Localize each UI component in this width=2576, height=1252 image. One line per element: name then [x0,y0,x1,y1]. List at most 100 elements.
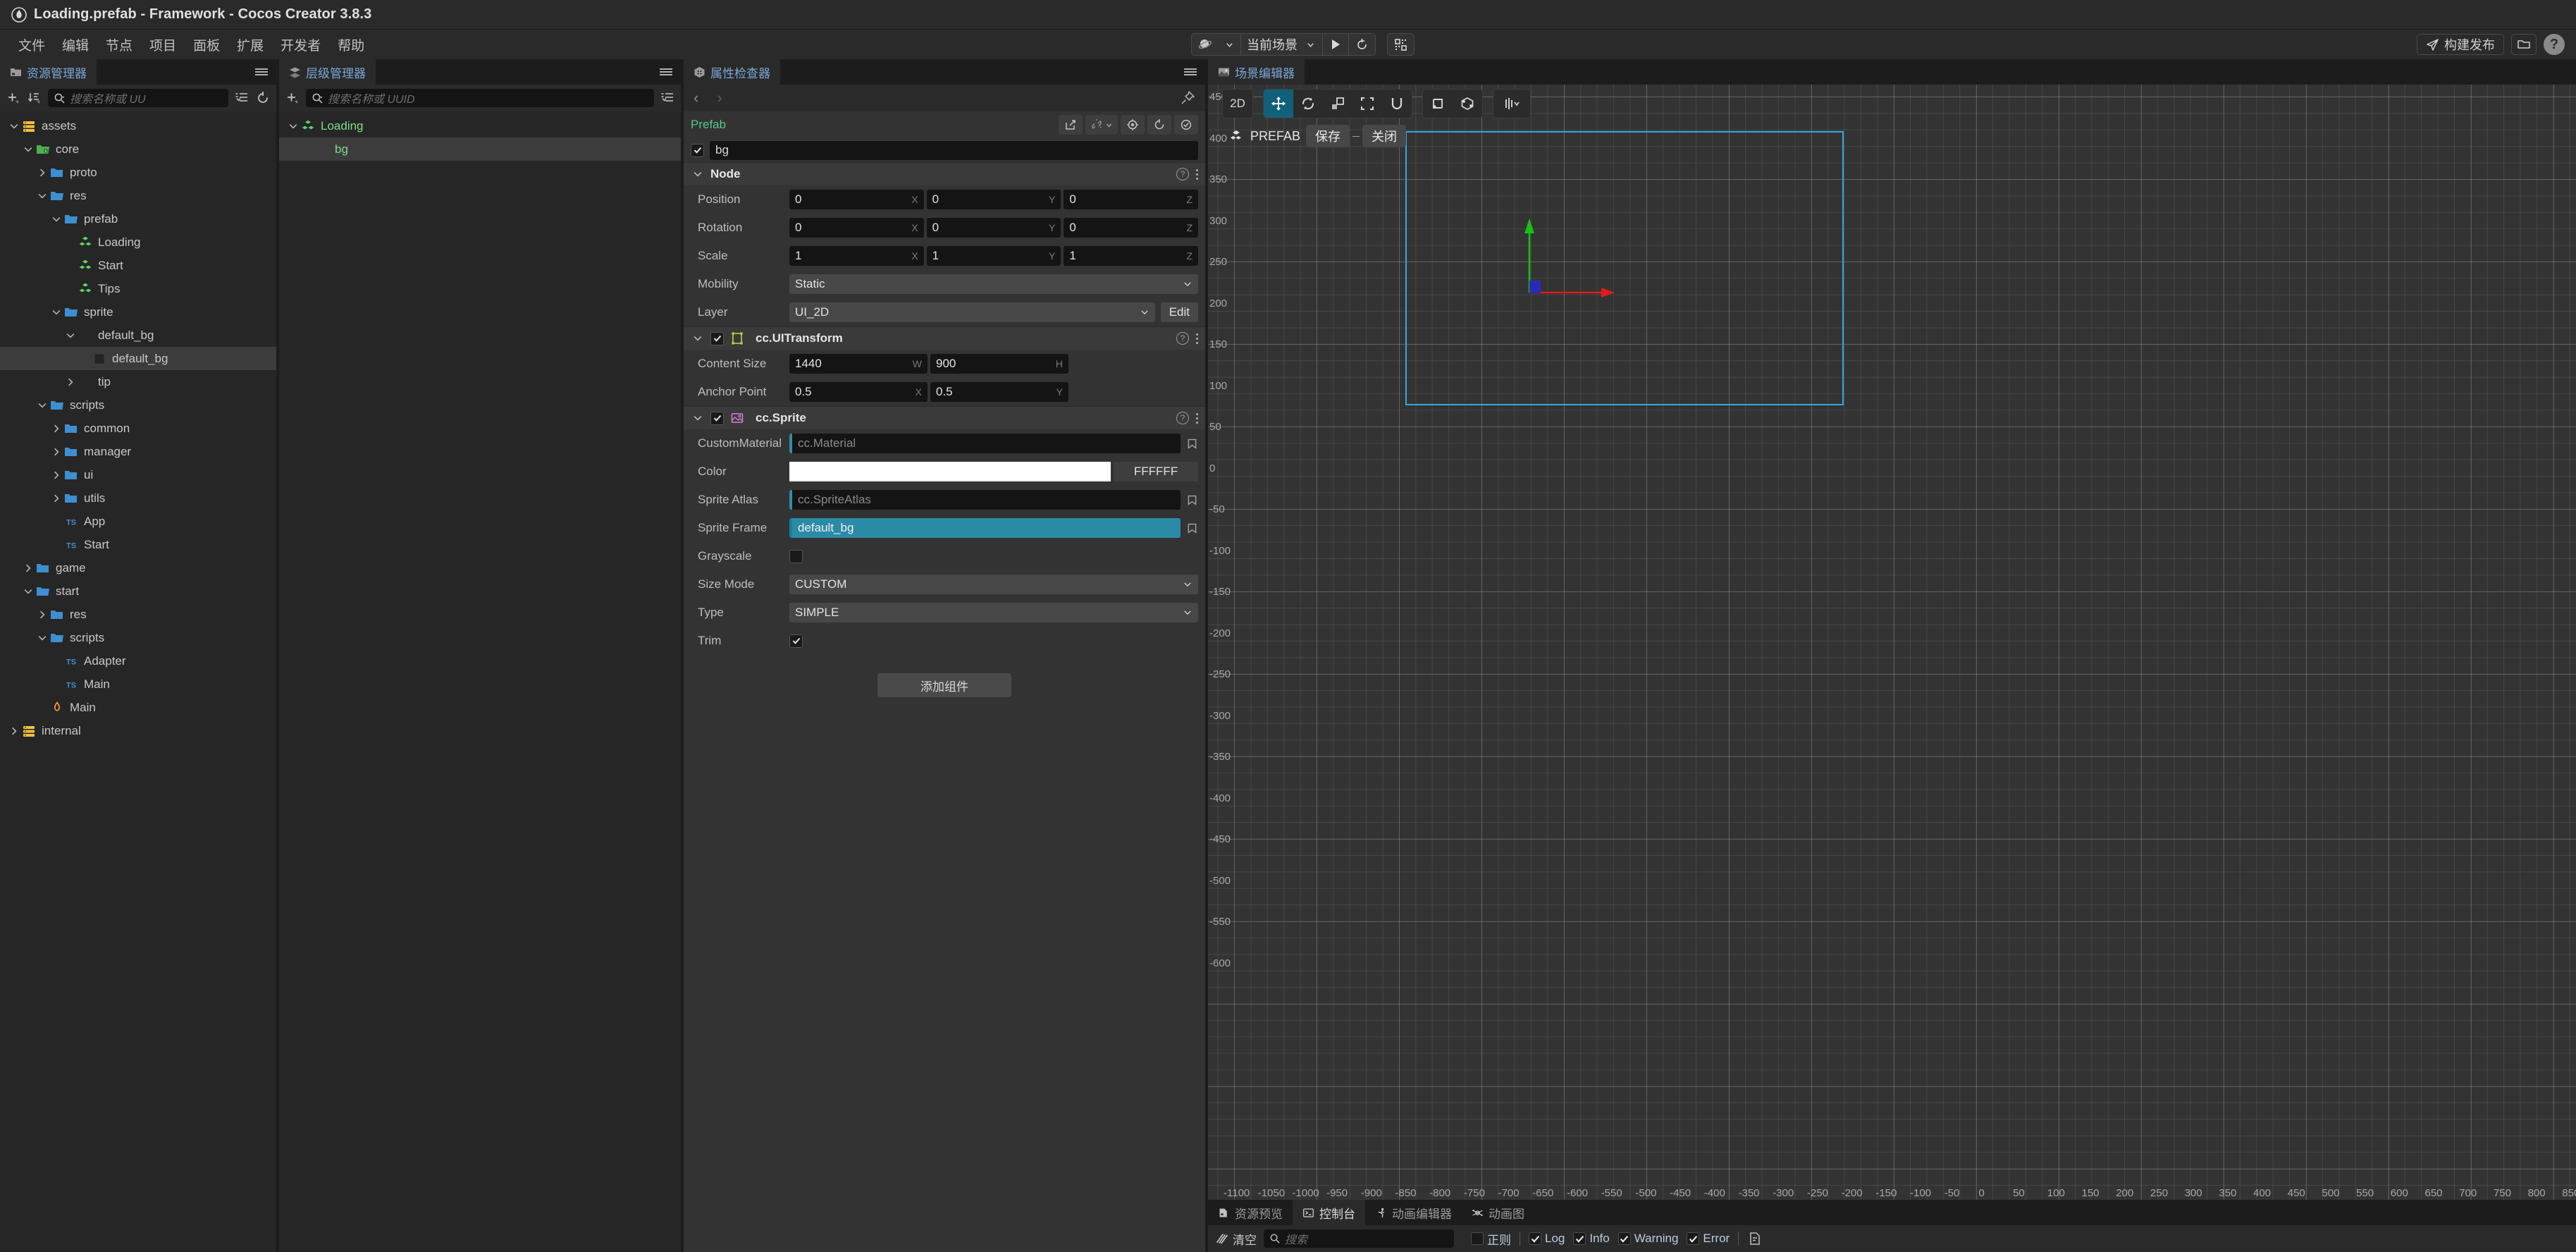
scene-select[interactable]: 当前场景 [1241,34,1322,55]
menu-panel[interactable]: 面板 [185,32,228,57]
filter-checkbox[interactable] [1529,1232,1541,1245]
checkbox-grayscale[interactable] [789,549,803,563]
layer-edit-button[interactable]: Edit [1160,302,1198,322]
asset-tree-item-scripts[interactable]: scripts [0,626,276,649]
asset-tree-item-common[interactable]: common [0,417,276,440]
asset-tree-item-Tips[interactable]: Tips [0,277,276,300]
filter-log[interactable]: Log [1529,1232,1565,1246]
tab-assets[interactable]: 资源管理器 [0,59,97,85]
chevron-right-icon[interactable] [49,468,63,482]
asset-field-sprite-atlas[interactable]: cc.SpriteAtlas [789,490,1181,510]
section-menu-button[interactable] [1196,412,1198,424]
section-header-node[interactable]: Node? [684,162,1205,185]
filter-info[interactable]: Info [1573,1232,1610,1246]
chevron-right-icon[interactable] [35,166,49,180]
rect-transform-tool[interactable] [1352,90,1382,118]
magnet-tool[interactable] [1382,90,1412,118]
chevron-right-icon[interactable] [49,422,63,436]
console-clear-button[interactable]: 清空 [1215,1230,1257,1248]
asset-picker-button[interactable] [1186,522,1198,534]
hierarchy-collapse-all-button[interactable] [660,90,675,106]
asset-tree-item-game[interactable]: game [0,556,276,579]
locate-prefab-button[interactable] [1121,115,1145,135]
asset-tree-item-Start[interactable]: Start [0,254,276,277]
asset-tree-item-Main[interactable]: TS Main [0,673,276,696]
asset-tree-item-Adapter[interactable]: TS Adapter [0,649,276,673]
asset-tree-item-res[interactable]: res [0,184,276,207]
chevron-right-icon[interactable] [49,491,63,505]
asset-tree-item-assets[interactable]: assets [0,114,276,137]
filter-warning[interactable]: Warning [1617,1232,1678,1246]
pivot-toggle[interactable] [1423,90,1453,118]
assets-refresh-button[interactable] [255,90,271,106]
add-asset-button[interactable] [6,90,21,106]
console-file-button[interactable] [1747,1231,1763,1246]
asset-tree-item-default_bg[interactable]: default_bg [0,324,276,347]
node-name-input[interactable]: bg [710,140,1198,160]
filter-checkbox[interactable] [1687,1232,1700,1245]
edit-prefab-button[interactable] [1059,115,1083,135]
hierarchy-search-input[interactable]: 搜索名称或 UUID [306,89,654,107]
inspector-panel-menu-button[interactable] [1184,59,1197,85]
apply-prefab-button[interactable] [1174,115,1198,135]
help-icon[interactable]: ? [1176,168,1189,180]
filter-regex[interactable]: 正则 [1471,1230,1511,1248]
asset-tree-item-Main[interactable]: Main [0,696,276,719]
unlink-prefab-button[interactable] [1085,115,1118,135]
asset-tree-item-prefab[interactable]: prefab [0,207,276,231]
tab-scene-editor[interactable]: 场景编辑器 [1208,59,1305,85]
filter-checkbox[interactable] [1617,1232,1631,1245]
asset-picker-button[interactable] [1186,494,1198,506]
asset-tree-item-internal[interactable]: internal [0,719,276,742]
play-button[interactable] [1323,34,1348,55]
menu-extension[interactable]: 扩展 [228,32,272,57]
chevron-right-icon[interactable] [63,375,78,389]
numeric-input-x[interactable]: 0X [789,190,924,209]
hierarchy-item-bg[interactable]: bg [279,137,681,161]
asset-tree-item-Loading[interactable]: Loading [0,231,276,254]
prefab-save-button[interactable]: 保存 [1306,125,1350,147]
nav-back-button[interactable]: ‹ [694,89,698,107]
dropdown-size-mode[interactable]: CUSTOM [789,575,1198,594]
menu-edit[interactable]: 编辑 [54,32,97,57]
move-gizmo[interactable] [1491,210,1625,326]
filter-error[interactable]: Error [1687,1232,1730,1246]
chevron-down-icon[interactable] [691,411,705,425]
node-enabled-checkbox[interactable] [691,143,704,157]
build-publish-button[interactable]: 构建发布 [2417,34,2504,55]
asset-tree-item-App[interactable]: TS App [0,510,276,533]
color-hex-input[interactable]: FFFFFF [1114,462,1198,481]
console-tab-2[interactable]: 控制台 [1293,1200,1365,1225]
asset-tree-item-start[interactable]: start [0,579,276,603]
asset-tree-item-default_bg[interactable]: default_bg [0,347,276,370]
collapse-all-button[interactable] [234,90,249,106]
numeric-input-w[interactable]: 1440 W [789,354,928,374]
menu-project[interactable]: 项目 [141,32,185,57]
asset-tree-item-utils[interactable]: utils [0,486,276,510]
tab-hierarchy[interactable]: 层级管理器 [279,59,376,85]
numeric-input-z[interactable]: 1Z [1064,246,1199,266]
assets-panel-menu-button[interactable] [255,59,268,85]
asset-tree-item-tip[interactable]: tip [0,370,276,393]
asset-tree-item-proto[interactable]: proto [0,161,276,184]
move-tool[interactable] [1264,90,1293,118]
chevron-right-icon[interactable] [35,608,49,622]
help-button[interactable]: ? [2544,34,2565,55]
regex-checkbox[interactable] [1471,1232,1484,1245]
menu-node[interactable]: 节点 [97,32,141,57]
color-swatch[interactable] [789,462,1111,481]
chevron-down-icon[interactable] [691,331,705,345]
prefab-close-button[interactable]: 关闭 [1362,125,1407,147]
asset-field-custommaterial[interactable]: cc.Material [789,434,1181,453]
chevron-down-icon[interactable] [21,584,35,599]
preview-target-dropdown[interactable] [1219,34,1240,55]
asset-picker-button[interactable] [1186,438,1198,450]
chevron-down-icon[interactable] [49,305,63,319]
scene-viewport[interactable]: 450 400 350 300 250 200 150 100 50 0 -50 -100 -150 -2… [1208,85,2576,1200]
numeric-input-y[interactable]: 1Y [926,246,1061,266]
section-menu-button[interactable] [1196,333,1198,344]
mode-2d-button[interactable]: 2D [1223,90,1252,118]
console-search-input[interactable]: 搜索 [1264,1229,1454,1248]
section-header-sprite[interactable]: cc.Sprite? [684,406,1205,429]
chevron-right-icon[interactable] [49,445,63,459]
